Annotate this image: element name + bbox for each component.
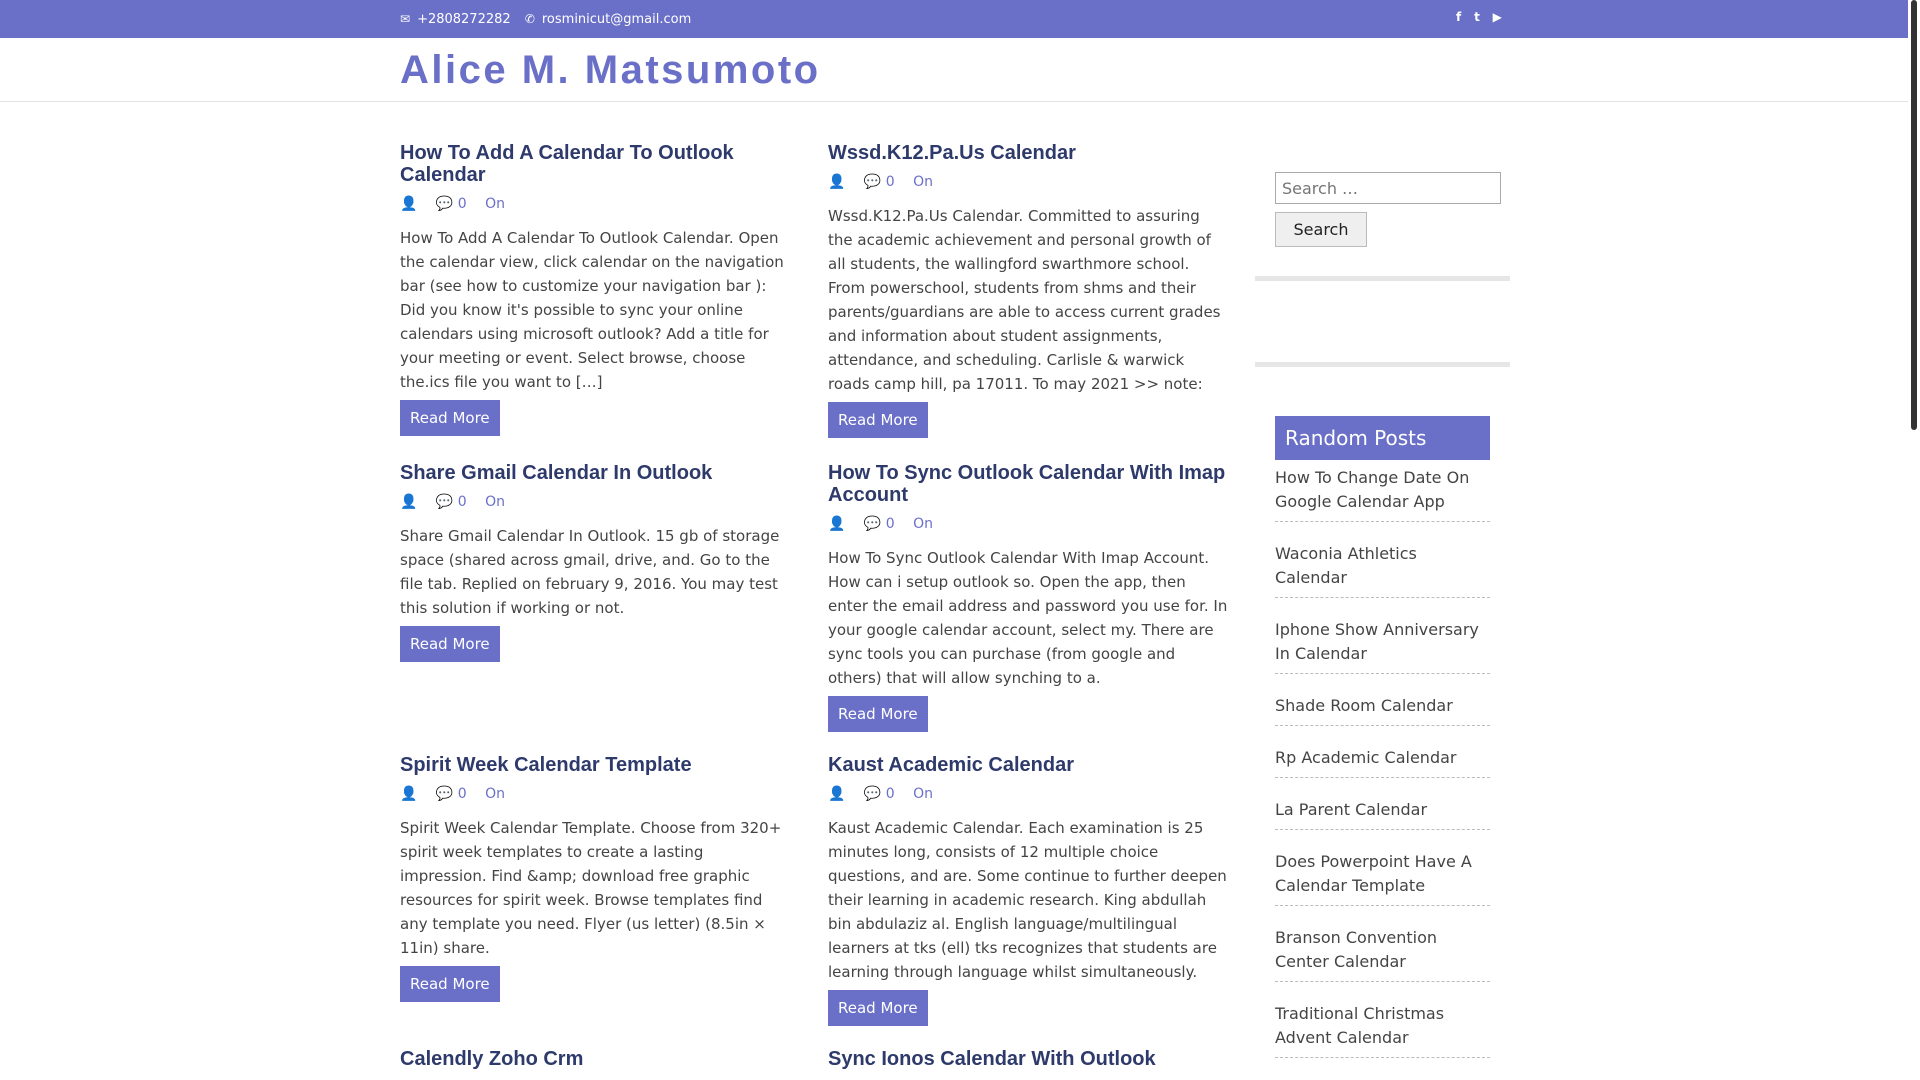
youtube-icon[interactable]: ▶ xyxy=(1493,10,1502,24)
read-more-button[interactable]: Read More xyxy=(828,402,928,438)
random-post-link[interactable]: Rp Academic Calendar xyxy=(1275,746,1490,778)
comment-icon: 💬 xyxy=(435,196,454,212)
post-meta: 👤 💬 0 On xyxy=(828,786,1228,802)
post-meta: 👤 💬 0 On xyxy=(400,494,792,510)
post-card: Share Gmail Calendar In Outlook 👤 💬 0 On… xyxy=(400,462,792,662)
email-address[interactable]: rosminicut@gmail.com xyxy=(542,12,691,27)
post-title[interactable]: Wssd.K12.Pa.Us Calendar xyxy=(828,142,1228,164)
random-post-link[interactable]: Traditional Christmas Advent Calendar xyxy=(1275,1002,1490,1058)
twitter-icon[interactable]: t xyxy=(1474,10,1480,24)
post-card: Kaust Academic Calendar 👤 💬 0 On Kaust A… xyxy=(828,754,1228,1026)
post-meta: 👤 💬 0 On xyxy=(400,786,792,802)
random-posts-list: How To Change Date On Google Calendar Ap… xyxy=(1275,466,1490,1078)
post-date[interactable]: On xyxy=(913,174,933,190)
random-post-link[interactable]: Waconia Athletics Calendar xyxy=(1275,542,1490,598)
scrollbar-thumb[interactable] xyxy=(1911,0,1917,430)
facebook-icon[interactable]: f xyxy=(1456,10,1461,24)
post-card: Sync Ionos Calendar With Outlook xyxy=(828,1048,1228,1070)
post-meta: 👤 💬 0 On xyxy=(828,174,1228,190)
search-input[interactable] xyxy=(1275,172,1501,204)
random-post-link[interactable]: Iphone Show Anniversary In Calendar xyxy=(1275,618,1490,674)
post-card: Calendly Zoho Crm xyxy=(400,1048,792,1070)
post-title[interactable]: Share Gmail Calendar In Outlook xyxy=(400,462,792,484)
post-excerpt: Wssd.K12.Pa.Us Calendar. Committed to as… xyxy=(828,207,1221,393)
site-title[interactable]: Alice M. Matsumoto xyxy=(400,48,821,93)
read-more-button[interactable]: Read More xyxy=(400,400,500,436)
post-title[interactable]: Calendly Zoho Crm xyxy=(400,1048,792,1070)
post-title[interactable]: Spirit Week Calendar Template xyxy=(400,754,792,776)
comment-count[interactable]: 0 xyxy=(458,786,467,802)
phone-number: +2808272282 xyxy=(417,12,511,27)
comment-icon: 💬 xyxy=(863,786,882,802)
author-icon[interactable]: 👤 xyxy=(828,516,845,532)
random-post-link[interactable]: How To Change Date On Google Calendar Ap… xyxy=(1275,466,1490,522)
random-post-link[interactable]: Branson Convention Center Calendar xyxy=(1275,926,1490,982)
read-more-button[interactable]: Read More xyxy=(400,626,500,662)
post-meta: 👤 💬 0 On xyxy=(828,516,1228,532)
read-more-button[interactable]: Read More xyxy=(828,990,928,1026)
comment-count[interactable]: 0 xyxy=(458,196,467,212)
comment-count[interactable]: 0 xyxy=(458,494,467,510)
author-icon[interactable]: 👤 xyxy=(400,196,417,212)
post-meta: 👤 💬 0 On xyxy=(400,196,792,212)
comment-icon: 💬 xyxy=(435,494,454,510)
post-card: How To Sync Outlook Calendar With Imap A… xyxy=(828,462,1228,732)
envelope-icon: ✉ xyxy=(400,12,411,26)
contact-info: ✉ +2808272282 ✆ rosminicut@gmail.com xyxy=(400,12,697,27)
post-date[interactable]: On xyxy=(485,494,505,510)
post-date[interactable]: On xyxy=(485,786,505,802)
top-bar: ✉ +2808272282 ✆ rosminicut@gmail.com f t ▶ xyxy=(0,0,1908,38)
comment-count[interactable]: 0 xyxy=(886,516,895,532)
post-title[interactable]: Kaust Academic Calendar xyxy=(828,754,1228,776)
phone-icon: ✆ xyxy=(524,12,535,26)
post-card: Wssd.K12.Pa.Us Calendar 👤 💬 0 On Wssd.K1… xyxy=(828,142,1228,438)
post-excerpt: How To Sync Outlook Calendar With Imap A… xyxy=(828,549,1228,687)
post-excerpt: Share Gmail Calendar In Outlook. 15 gb o… xyxy=(400,527,780,617)
scrollbar[interactable] xyxy=(1908,0,1920,1080)
author-icon[interactable]: 👤 xyxy=(400,494,417,510)
random-posts-heading: Random Posts xyxy=(1275,416,1490,460)
widget-divider xyxy=(1255,362,1510,367)
post-date[interactable]: On xyxy=(913,786,933,802)
post-card: Spirit Week Calendar Template 👤 💬 0 On S… xyxy=(400,754,792,1002)
post-excerpt: Kaust Academic Calendar. Each examinatio… xyxy=(828,819,1227,981)
post-excerpt: Spirit Week Calendar Template. Choose fr… xyxy=(400,819,782,957)
post-date[interactable]: On xyxy=(913,516,933,532)
search-button[interactable]: Search xyxy=(1275,212,1367,247)
social-links: f t ▶ xyxy=(1456,10,1511,24)
comment-icon: 💬 xyxy=(863,516,882,532)
read-more-button[interactable]: Read More xyxy=(400,966,500,1002)
read-more-button[interactable]: Read More xyxy=(828,696,928,732)
site-header: Alice M. Matsumoto xyxy=(0,38,1908,102)
post-date[interactable]: On xyxy=(485,196,505,212)
post-title[interactable]: How To Add A Calendar To Outlook Calenda… xyxy=(400,142,792,186)
author-icon[interactable]: 👤 xyxy=(400,786,417,802)
random-post-link[interactable]: Shade Room Calendar xyxy=(1275,694,1490,726)
comment-icon: 💬 xyxy=(863,174,882,190)
comment-count[interactable]: 0 xyxy=(886,786,895,802)
random-post-link[interactable]: La Parent Calendar xyxy=(1275,798,1490,830)
post-title[interactable]: Sync Ionos Calendar With Outlook xyxy=(828,1048,1228,1070)
comment-icon: 💬 xyxy=(435,786,454,802)
post-excerpt: How To Add A Calendar To Outlook Calenda… xyxy=(400,229,784,391)
random-post-link[interactable]: Does Powerpoint Have A Calendar Template xyxy=(1275,850,1490,906)
post-title[interactable]: How To Sync Outlook Calendar With Imap A… xyxy=(828,462,1228,506)
author-icon[interactable]: 👤 xyxy=(828,786,845,802)
author-icon[interactable]: 👤 xyxy=(828,174,845,190)
comment-count[interactable]: 0 xyxy=(886,174,895,190)
post-card: How To Add A Calendar To Outlook Calenda… xyxy=(400,142,792,436)
widget-divider xyxy=(1255,276,1510,281)
